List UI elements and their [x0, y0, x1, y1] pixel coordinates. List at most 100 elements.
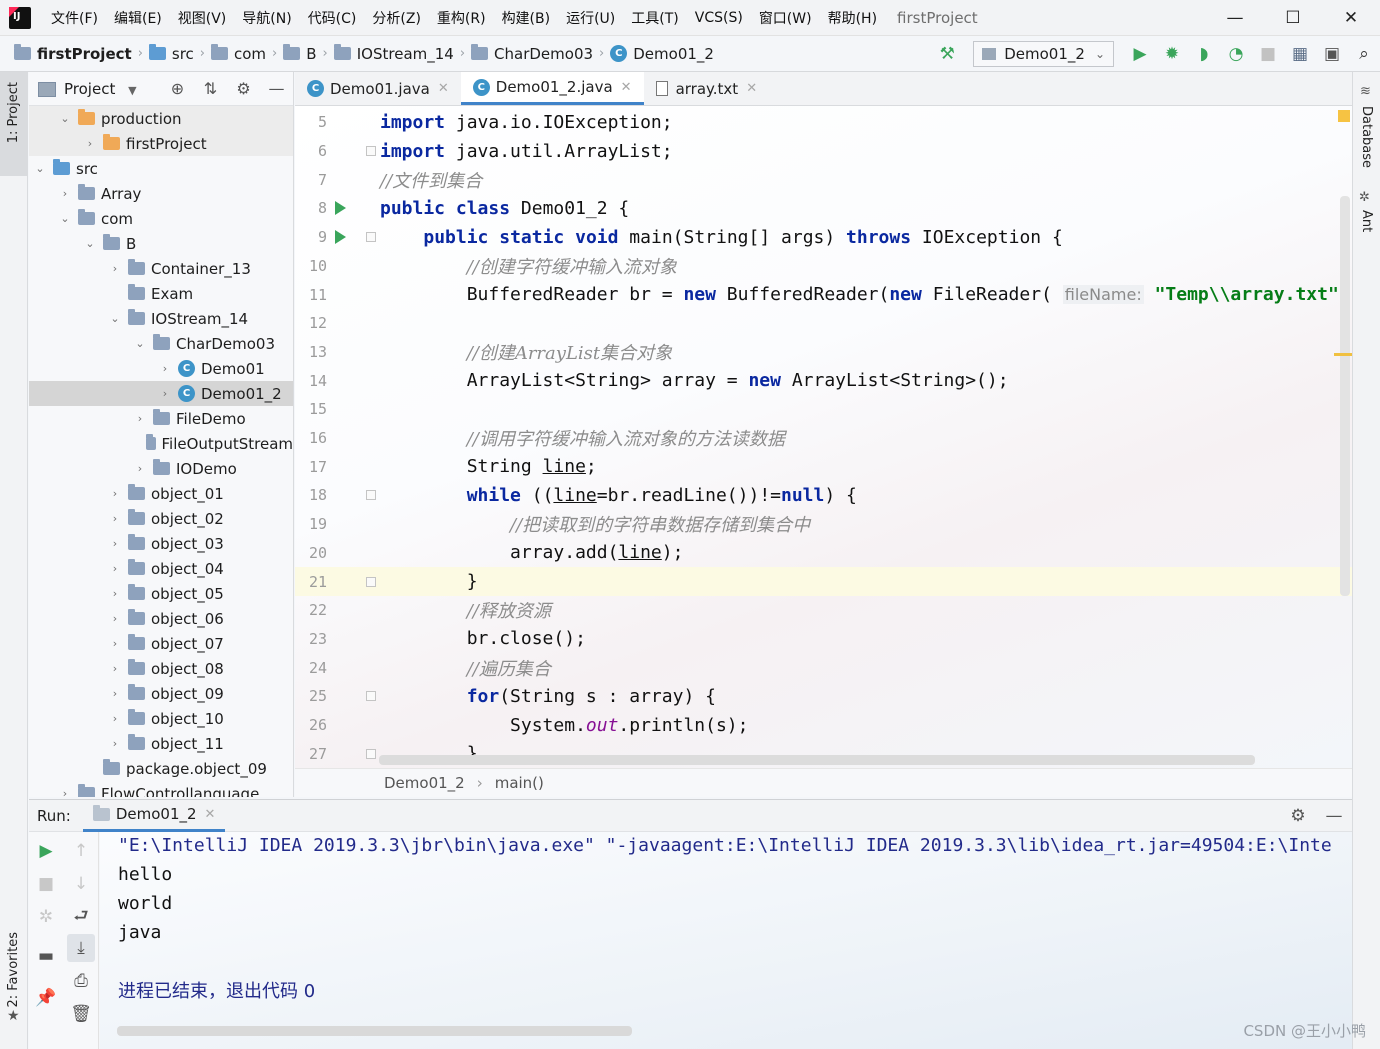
tab-demo01[interactable]: C Demo01.java ✕ — [295, 72, 461, 105]
console-output[interactable]: "E:\IntelliJ IDEA 2019.3.3\jbr\bin\java.… — [100, 832, 1352, 1049]
tab-demo01-2[interactable]: C Demo01_2.java ✕ — [460, 72, 644, 105]
tree-item[interactable]: › object_02 — [29, 506, 293, 531]
database-tool-tab[interactable]: Database — [1359, 106, 1374, 168]
tree-item[interactable]: package.object_09 — [29, 756, 293, 781]
code-line[interactable]: 11 BufferedReader br = new BufferedReade… — [295, 280, 1352, 309]
line-number[interactable]: 27 — [295, 745, 327, 763]
stop-icon[interactable]: ■ — [32, 870, 60, 898]
chevron-right-icon[interactable]: › — [106, 587, 124, 600]
console-horizontal-scrollbar[interactable] — [117, 1026, 632, 1036]
code-line[interactable]: 10 //创建字符缓冲输入流对象 — [295, 252, 1352, 281]
tree-item[interactable]: › object_03 — [29, 531, 293, 556]
chevron-right-icon[interactable]: › — [106, 512, 124, 525]
menu-navigate[interactable]: 导航(N) — [234, 8, 299, 28]
chevron-down-icon[interactable]: ⌄ — [31, 162, 49, 175]
code-editor[interactable]: 5 import java.io.IOException; 6 import java… — [295, 106, 1352, 768]
line-number[interactable]: 26 — [295, 716, 327, 734]
chevron-right-icon[interactable]: › — [156, 387, 174, 400]
chevron-down-icon[interactable]: ⌄ — [81, 237, 99, 250]
code-line[interactable]: 18 while ((line=br.readLine())!=null) { — [295, 481, 1352, 510]
breadcrumb-class[interactable]: Demo01_2 — [384, 774, 465, 792]
line-number[interactable]: 21 — [295, 573, 327, 591]
breadcrumb-project[interactable]: firstProject — [14, 44, 132, 63]
fold-icon[interactable] — [366, 146, 376, 157]
tree-item[interactable]: › object_08 — [29, 656, 293, 681]
project-view-select[interactable]: Project ▼ — [38, 80, 137, 98]
chevron-right-icon[interactable]: › — [56, 787, 74, 797]
chevron-right-icon[interactable]: › — [131, 412, 149, 425]
stop-icon[interactable]: ■ — [1252, 36, 1284, 72]
search-icon[interactable]: ⌕ — [1348, 36, 1380, 72]
locate-target-icon[interactable]: ⊕ — [161, 79, 194, 98]
code-line[interactable]: 6 import java.util.ArrayList; — [295, 137, 1352, 166]
tree-item[interactable]: › object_10 — [29, 706, 293, 731]
coverage-icon[interactable]: ◗ — [1188, 36, 1220, 72]
menu-view[interactable]: 视图(V) — [170, 8, 235, 28]
layout-icon[interactable]: ▬ — [32, 942, 60, 970]
tree-item[interactable]: FileOutputStream — [29, 431, 293, 456]
menu-edit[interactable]: 编辑(E) — [106, 8, 170, 28]
gear-icon[interactable]: ⚙ — [227, 79, 260, 98]
line-number[interactable]: 10 — [295, 257, 327, 275]
soft-wrap-icon[interactable]: ⮐ — [67, 903, 95, 931]
tree-item[interactable]: › IODemo — [29, 456, 293, 481]
menu-help[interactable]: 帮助(H) — [820, 8, 885, 28]
pin-icon[interactable]: 📌 — [32, 984, 60, 1012]
tab-array-txt[interactable]: array.txt ✕ — [644, 72, 770, 105]
line-number[interactable]: 25 — [295, 687, 327, 705]
menu-build[interactable]: 构建(B) — [494, 8, 559, 28]
chevron-right-icon[interactable]: › — [56, 187, 74, 200]
line-number[interactable]: 15 — [295, 400, 327, 418]
chevron-right-icon[interactable]: › — [106, 562, 124, 575]
chevron-right-icon[interactable]: › — [81, 137, 99, 150]
tree-item[interactable]: ⌄ CharDemo03 — [29, 331, 293, 356]
tree-item[interactable]: ⌄ IOStream_14 — [29, 306, 293, 331]
tree-item[interactable]: › Container_13 — [29, 256, 293, 281]
line-number[interactable]: 24 — [295, 659, 327, 677]
code-line[interactable]: 13 //创建ArrayList集合对象 — [295, 338, 1352, 367]
tree-item[interactable]: ⌄ B — [29, 231, 293, 256]
warning-stripe-marker[interactable] — [1334, 353, 1352, 356]
run-icon[interactable]: ▶ — [1124, 36, 1156, 72]
line-number[interactable]: 16 — [295, 429, 327, 447]
line-number[interactable]: 5 — [295, 113, 327, 131]
close-tab-icon[interactable]: ✕ — [621, 80, 632, 95]
line-number[interactable]: 6 — [295, 142, 327, 160]
tree-item[interactable]: Exam — [29, 281, 293, 306]
chevron-right-icon[interactable]: › — [106, 262, 124, 275]
code-line[interactable]: 24 //遍历集合 — [295, 653, 1352, 682]
line-number[interactable]: 12 — [295, 314, 327, 332]
chevron-right-icon[interactable]: › — [106, 662, 124, 675]
chevron-down-icon[interactable]: ⌄ — [56, 112, 74, 125]
menu-vcs[interactable]: VCS(S) — [687, 10, 751, 26]
line-number[interactable]: 14 — [295, 372, 327, 390]
breadcrumb-src[interactable]: src — [148, 44, 194, 63]
menu-run[interactable]: 运行(U) — [558, 8, 623, 28]
favorites-tool-tab[interactable]: 2: Favorites — [6, 932, 21, 1008]
tree-item[interactable]: › Array — [29, 181, 293, 206]
hide-panel-icon[interactable]: — — [1316, 806, 1352, 826]
build-hammer-icon[interactable]: ⚒ — [931, 36, 963, 72]
close-tab-icon[interactable]: ✕ — [746, 81, 757, 96]
code-line[interactable]: 26 System.out.println(s); — [295, 711, 1352, 740]
line-number[interactable]: 20 — [295, 544, 327, 562]
run-configuration-select[interactable]: Demo01_2 ⌄ — [973, 41, 1114, 67]
run-gutter-icon[interactable] — [335, 230, 346, 245]
line-number[interactable]: 22 — [295, 601, 327, 619]
trash-icon[interactable]: 🗑 — [67, 1000, 95, 1028]
breadcrumb-com[interactable]: com — [211, 44, 266, 63]
inspection-warning-icon[interactable] — [1338, 110, 1350, 122]
chevron-right-icon[interactable]: › — [106, 612, 124, 625]
project-structure-icon[interactable]: ▦ — [1284, 36, 1316, 72]
code-line[interactable]: 7 //文件到集合 — [295, 165, 1352, 194]
ant-tool-tab[interactable]: Ant — [1359, 210, 1374, 232]
code-line[interactable]: 15 — [295, 395, 1352, 424]
gear-icon[interactable]: ⚙ — [1280, 806, 1316, 826]
menu-refactor[interactable]: 重构(R) — [429, 8, 494, 28]
restore-layout-icon[interactable]: ✲ — [32, 903, 60, 931]
profile-icon[interactable]: ◔ — [1220, 36, 1252, 72]
line-number[interactable]: 23 — [295, 630, 327, 648]
chevron-right-icon[interactable]: › — [106, 687, 124, 700]
tree-item[interactable]: › object_05 — [29, 581, 293, 606]
tree-item[interactable]: › C Demo01_2 — [29, 381, 293, 406]
